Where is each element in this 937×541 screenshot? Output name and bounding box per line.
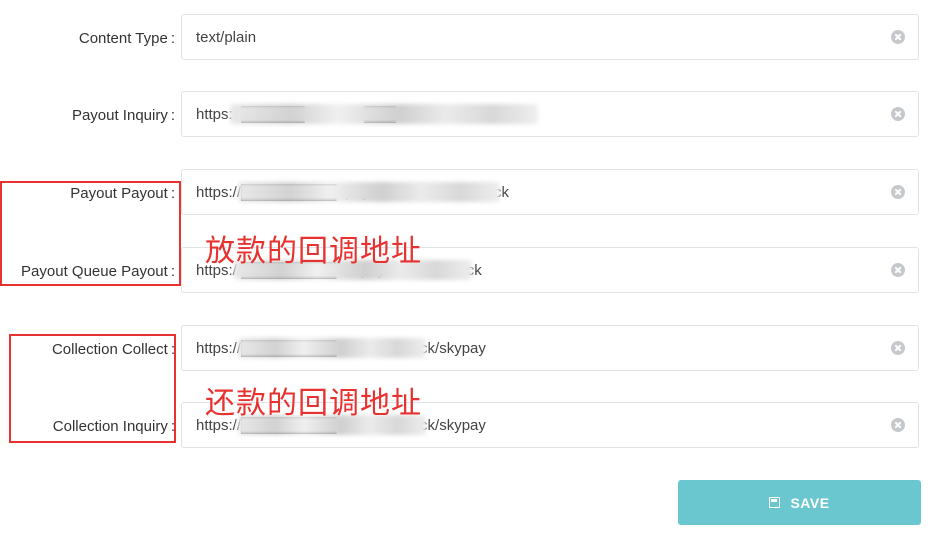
save-button-label: SAVE xyxy=(790,494,830,511)
save-icon xyxy=(769,497,781,508)
content-type-field[interactable] xyxy=(181,14,919,60)
payout-highlight-box xyxy=(0,181,181,286)
redaction-blur xyxy=(238,182,500,202)
field-label-text: Payout Inquiry xyxy=(71,106,168,124)
clear-icon[interactable] xyxy=(891,30,905,44)
clear-icon[interactable] xyxy=(891,341,905,355)
clear-icon[interactable] xyxy=(891,107,905,121)
redaction-blur xyxy=(238,338,426,358)
field-label-text: Content Type xyxy=(78,29,168,47)
clear-icon[interactable] xyxy=(891,263,905,277)
collection-collect-field[interactable] xyxy=(181,325,919,371)
save-button[interactable]: SAVE xyxy=(678,480,921,525)
clear-icon[interactable] xyxy=(891,185,905,199)
clear-icon[interactable] xyxy=(891,418,905,432)
redaction-blur xyxy=(230,104,538,124)
collection-callback-annotation: 还款的回调地址 xyxy=(205,386,422,421)
collection-highlight-box xyxy=(9,334,176,443)
field-label: Content Type: xyxy=(78,29,175,47)
form-row-content-type: Content Type: xyxy=(0,14,937,62)
payout-payout-field[interactable] xyxy=(181,169,919,215)
form-row-payout-inquiry: Payout Inquiry: xyxy=(0,91,937,139)
content-type-input[interactable] xyxy=(182,15,872,59)
payout-callback-annotation: 放款的回调地址 xyxy=(205,234,422,269)
payout-inquiry-field[interactable] xyxy=(181,91,919,137)
field-label: Payout Inquiry: xyxy=(71,106,175,124)
